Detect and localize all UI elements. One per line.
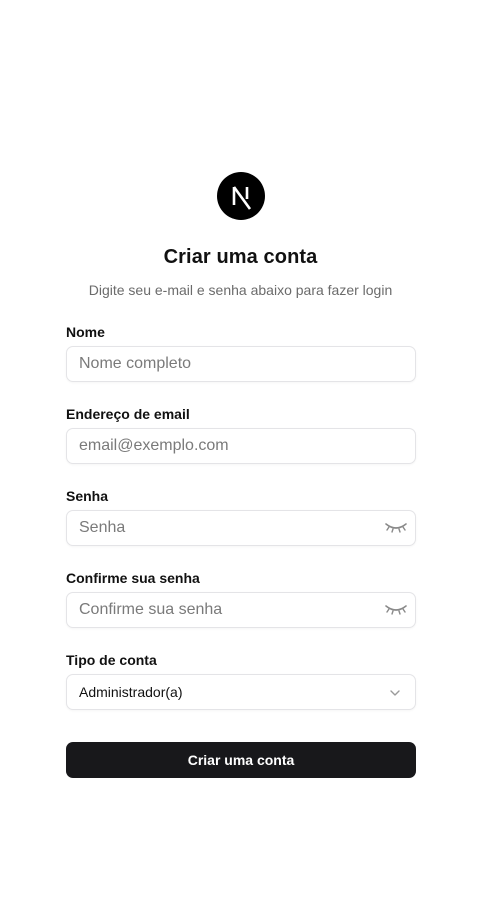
password-field[interactable] — [66, 510, 416, 546]
email-input[interactable] — [79, 429, 379, 463]
password-label: Senha — [66, 488, 109, 504]
name-field[interactable] — [66, 346, 416, 382]
eye-closed-icon[interactable] — [385, 602, 407, 618]
chevron-down-icon — [390, 690, 400, 696]
create-account-button[interactable]: Criar uma conta — [66, 742, 416, 778]
page-title: Criar uma conta — [163, 246, 318, 268]
nextjs-logo-icon — [217, 172, 265, 220]
password-input[interactable] — [79, 511, 379, 545]
account-type-select[interactable]: Administrador(a) — [66, 674, 416, 710]
email-label: Endereço de email — [66, 406, 190, 422]
confirm-password-field[interactable] — [66, 592, 416, 628]
name-label: Nome — [66, 324, 105, 340]
email-field[interactable] — [66, 428, 416, 464]
page-subtitle: Digite seu e-mail e senha abaixo para fa… — [88, 282, 393, 298]
logo-letter-mark — [232, 186, 252, 210]
name-input[interactable] — [79, 347, 379, 381]
account-type-selected-value: Administrador(a) — [79, 684, 183, 700]
eye-closed-icon[interactable] — [385, 520, 407, 536]
confirm-password-label: Confirme sua senha — [66, 570, 200, 586]
confirm-password-input[interactable] — [79, 593, 379, 627]
account-type-label: Tipo de conta — [66, 652, 157, 668]
